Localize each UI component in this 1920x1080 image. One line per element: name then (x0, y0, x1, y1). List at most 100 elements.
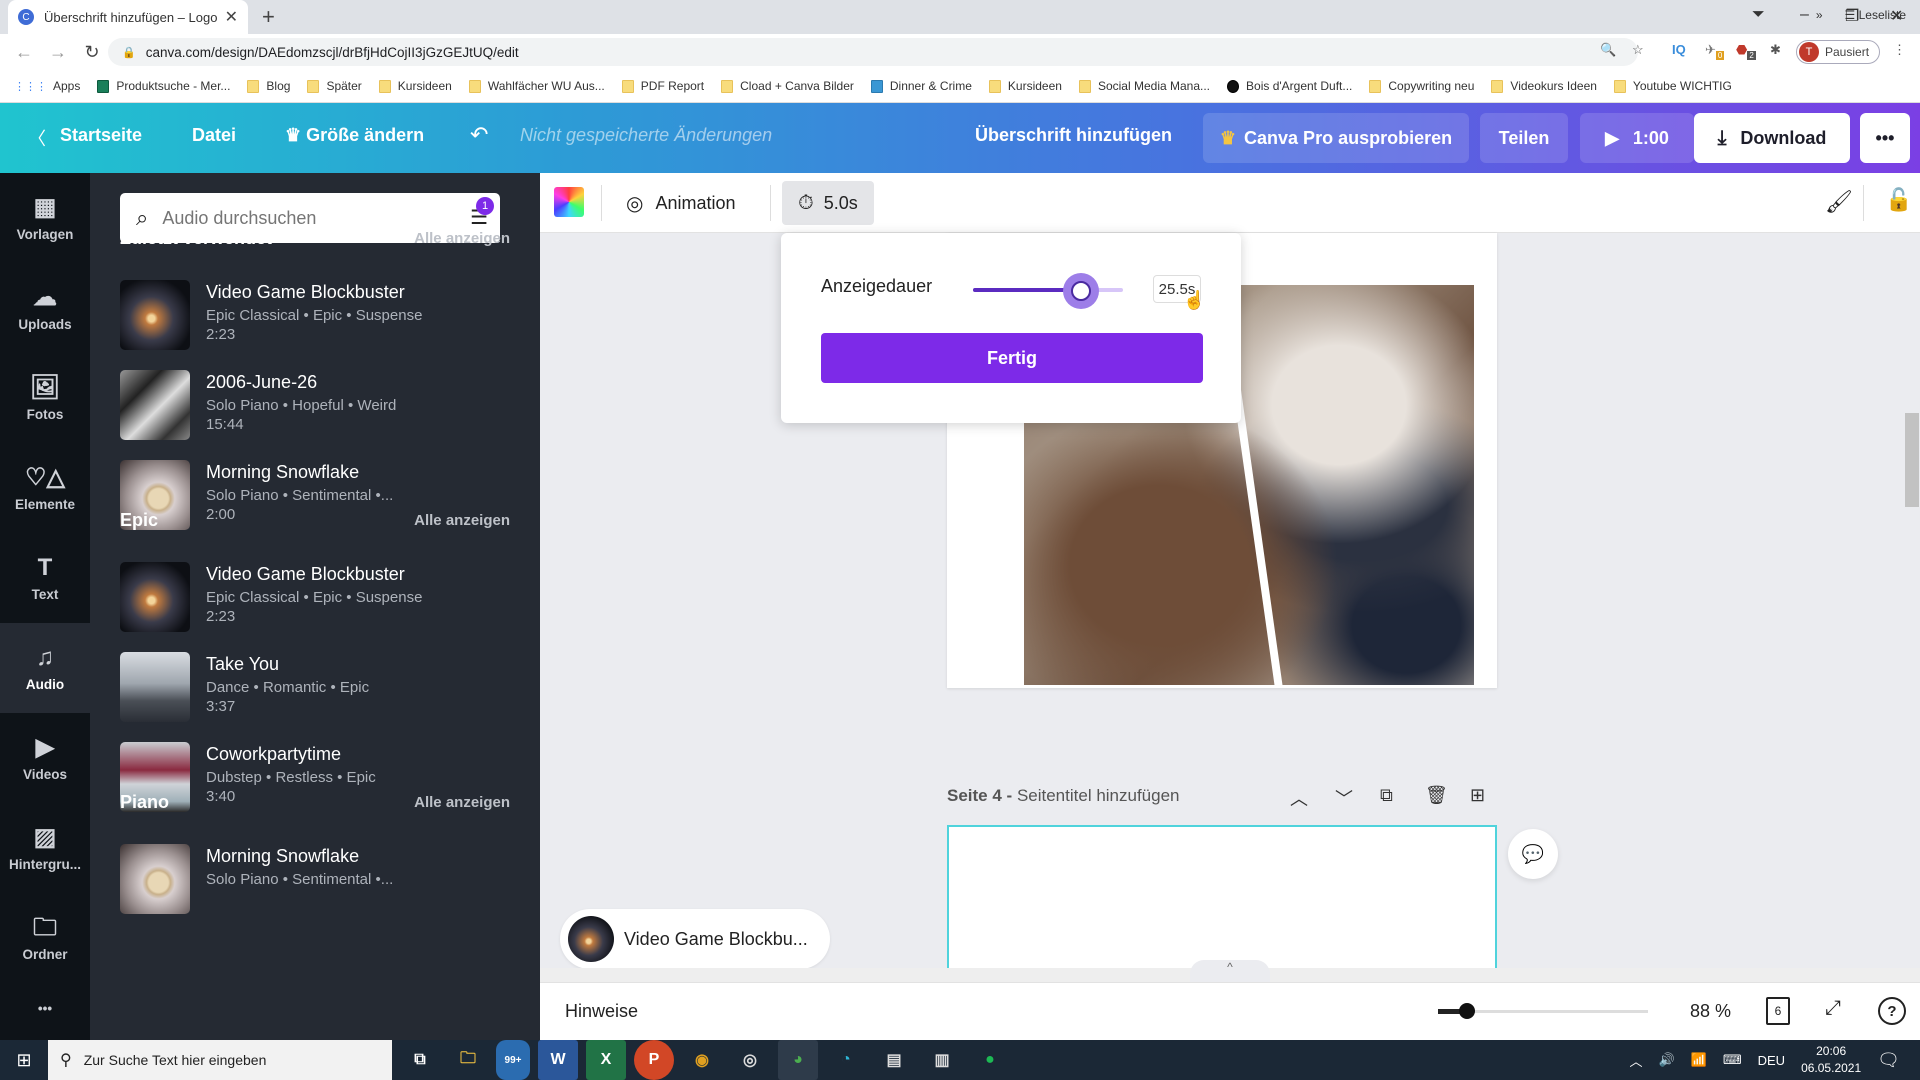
excel-icon[interactable]: X (586, 1040, 626, 1080)
see-all-link[interactable]: Alle anzeigen (414, 230, 510, 247)
back-icon[interactable]: ← (14, 42, 34, 63)
resize-button[interactable]: ♛ Größe ändern (285, 125, 424, 146)
download-button[interactable]: ⤓ Download (1694, 113, 1850, 163)
zoom-slider[interactable] (1438, 1001, 1648, 1021)
back-chevron-icon[interactable]: 〈 (28, 125, 46, 151)
bookmark-item[interactable]: Dinner & Crime (870, 79, 972, 93)
duration-slider[interactable] (973, 273, 1123, 309)
duplicate-page-icon[interactable]: ⧉ (1380, 785, 1393, 806)
bookmark-item[interactable]: Kursideen (988, 79, 1062, 93)
help-button[interactable]: ? (1878, 997, 1906, 1025)
powerpoint-icon[interactable]: P (634, 1040, 674, 1080)
expand-timeline-button[interactable]: ^ (1190, 960, 1270, 982)
app-icon[interactable]: ◉ (682, 1040, 722, 1080)
bookmark-item[interactable]: PDF Report (621, 79, 704, 93)
color-picker-button[interactable] (554, 187, 584, 217)
extensions-puzzle-icon[interactable]: ✱ (1770, 42, 1781, 58)
duration-slider-handle[interactable] (1063, 273, 1099, 309)
rail-item-audio[interactable]: ♫ Audio (0, 623, 90, 713)
word-icon[interactable]: W (538, 1040, 578, 1080)
see-all-link[interactable]: Alle anzeigen (414, 512, 510, 529)
page-grid-button[interactable]: 6 (1766, 997, 1790, 1025)
bookmark-item[interactable]: Social Media Mana... (1078, 79, 1210, 93)
rail-item-photos[interactable]: 🖼 Fotos (0, 353, 90, 443)
bookmark-item[interactable]: Wahlfächer WU Aus... (468, 79, 605, 93)
bookmark-item[interactable]: ⋮⋮⋮ Apps (14, 79, 80, 93)
file-explorer-icon[interactable]: 🗀 (448, 1040, 488, 1080)
rail-item-folders[interactable]: 🗀 Ordner (0, 893, 90, 983)
edge-icon[interactable]: ◔ (826, 1040, 866, 1080)
rail-item-text[interactable]: T Text (0, 533, 90, 623)
page-title-label[interactable]: Seite 4 - Seitentitel hinzufügen (947, 786, 1180, 806)
bookmark-item[interactable]: Videokurs Ideen (1491, 79, 1597, 93)
filter-icon[interactable]: ☰ 1 (470, 197, 494, 230)
keyboard-icon[interactable]: ⌨ (1723, 1052, 1742, 1068)
browser-menu-icon[interactable]: ⋮ (1893, 42, 1906, 58)
done-button[interactable]: Fertig (821, 333, 1203, 383)
bookmark-star-icon[interactable]: ☆ (1632, 42, 1644, 58)
audio-track-item[interactable]: Video Game Blockbuster Epic Classical • E… (120, 562, 510, 632)
wifi-icon[interactable]: 📶 (1691, 1052, 1707, 1068)
rail-item-elements[interactable]: ♡△ Elemente (0, 443, 90, 533)
notifications-icon[interactable]: 🗨 (1877, 1050, 1900, 1071)
page-down-icon[interactable]: ﹀ (1335, 785, 1353, 811)
bookmark-item[interactable]: Youtube WICHTIG (1613, 79, 1732, 93)
bookmark-item[interactable]: Später (307, 79, 362, 93)
spotify-icon[interactable]: ● (970, 1040, 1010, 1080)
language-indicator[interactable]: DEU (1758, 1053, 1785, 1068)
share-button[interactable]: Teilen (1480, 113, 1568, 163)
zoom-slider-handle[interactable] (1459, 1003, 1476, 1019)
audio-search-input[interactable] (162, 207, 443, 229)
reading-list-button[interactable]: ☰ Leseliste (1845, 8, 1906, 22)
home-link[interactable]: Startseite (60, 125, 142, 146)
try-pro-button[interactable]: ♛ Canva Pro ausprobieren (1203, 113, 1469, 163)
paint-roller-icon[interactable]: 🖌 (1825, 189, 1853, 215)
rail-item-templates[interactable]: ▦ Vorlagen (0, 173, 90, 263)
close-tab-icon[interactable]: ✕ (225, 7, 238, 27)
clock[interactable]: 20:06 06.05.2021 (1801, 1043, 1861, 1077)
more-options-button[interactable]: ••• (1860, 113, 1910, 163)
rail-item-uploads[interactable]: ☁ Uploads (0, 263, 90, 353)
taskbar-search[interactable]: ⚲ Zur Suche Text hier eingeben (48, 1040, 392, 1080)
fullscreen-icon[interactable]: ⤢ (1825, 997, 1841, 1020)
audio-track-item[interactable]: Take You Dance • Romantic • Epic 3:37 (120, 652, 510, 722)
bookmark-item[interactable]: Produktsuche - Mer... (97, 79, 230, 93)
add-comment-icon[interactable]: 💬 (1508, 829, 1558, 879)
design-title[interactable]: Überschrift hinzufügen (975, 125, 1172, 146)
unlock-icon[interactable]: 🔓 (1885, 187, 1912, 213)
duration-button[interactable]: ⏱ 5.0s (782, 181, 874, 225)
bird-extension-icon[interactable]: ✈ 0 (1705, 42, 1725, 60)
app-icon[interactable]: ▤ (874, 1040, 914, 1080)
minimize-button[interactable]: – (1800, 6, 1809, 24)
rail-item-more[interactable]: ••• (0, 983, 90, 1033)
audio-track-item[interactable]: 2006-June-26 Solo Piano • Hopeful • Weird… (120, 370, 510, 440)
app-icon[interactable]: ▥ (922, 1040, 962, 1080)
more-bookmarks-button[interactable]: » (1816, 8, 1823, 22)
bookmark-item[interactable]: Kursideen (378, 79, 452, 93)
animation-button[interactable]: ◎ Animation (616, 181, 746, 225)
forward-icon[interactable]: → (48, 42, 68, 63)
bookmark-item[interactable]: Blog (247, 79, 290, 93)
see-all-link[interactable]: Alle anzeigen (414, 794, 510, 811)
bookmark-item[interactable]: Copywriting neu (1369, 79, 1474, 93)
profile-button[interactable]: T Pausiert (1796, 40, 1881, 64)
obs-icon[interactable]: ◎ (730, 1040, 770, 1080)
adblock-extension-icon[interactable]: ⬣ 2 (1736, 42, 1756, 60)
tab-search-icon[interactable]: ⏷ (1752, 6, 1765, 24)
volume-icon[interactable]: 🔊 (1658, 1052, 1674, 1068)
chrome-icon[interactable]: ◕ (778, 1040, 818, 1080)
audio-track-pill[interactable]: Video Game Blockbu... (560, 909, 830, 969)
page-up-icon[interactable]: ︿ (1290, 785, 1308, 811)
browser-tab[interactable]: C Überschrift hinzufügen – Logo ✕ (8, 0, 248, 34)
windows-start-icon[interactable]: ⊞ (0, 1040, 48, 1080)
notes-button[interactable]: Hinweise (565, 1001, 638, 1022)
rail-item-backgrounds[interactable]: ▨ Hintergru... (0, 803, 90, 893)
audio-track-item[interactable]: Video Game Blockbuster Epic Classical • E… (120, 280, 510, 350)
url-field[interactable]: 🔒 canva.com/design/DAEdomzscjl/drBfjHdCo… (108, 38, 1638, 66)
audio-track-item[interactable]: Morning Snowflake Solo Piano • Sentimenta… (120, 844, 510, 914)
tray-chevron-icon[interactable]: ︿ (1629, 1051, 1642, 1070)
zoom-lens-icon[interactable]: 🔍 (1600, 42, 1616, 58)
delete-page-icon[interactable]: 🗑 (1425, 785, 1448, 806)
design-page-4[interactable] (947, 825, 1497, 975)
new-tab-button[interactable]: + (262, 4, 275, 30)
